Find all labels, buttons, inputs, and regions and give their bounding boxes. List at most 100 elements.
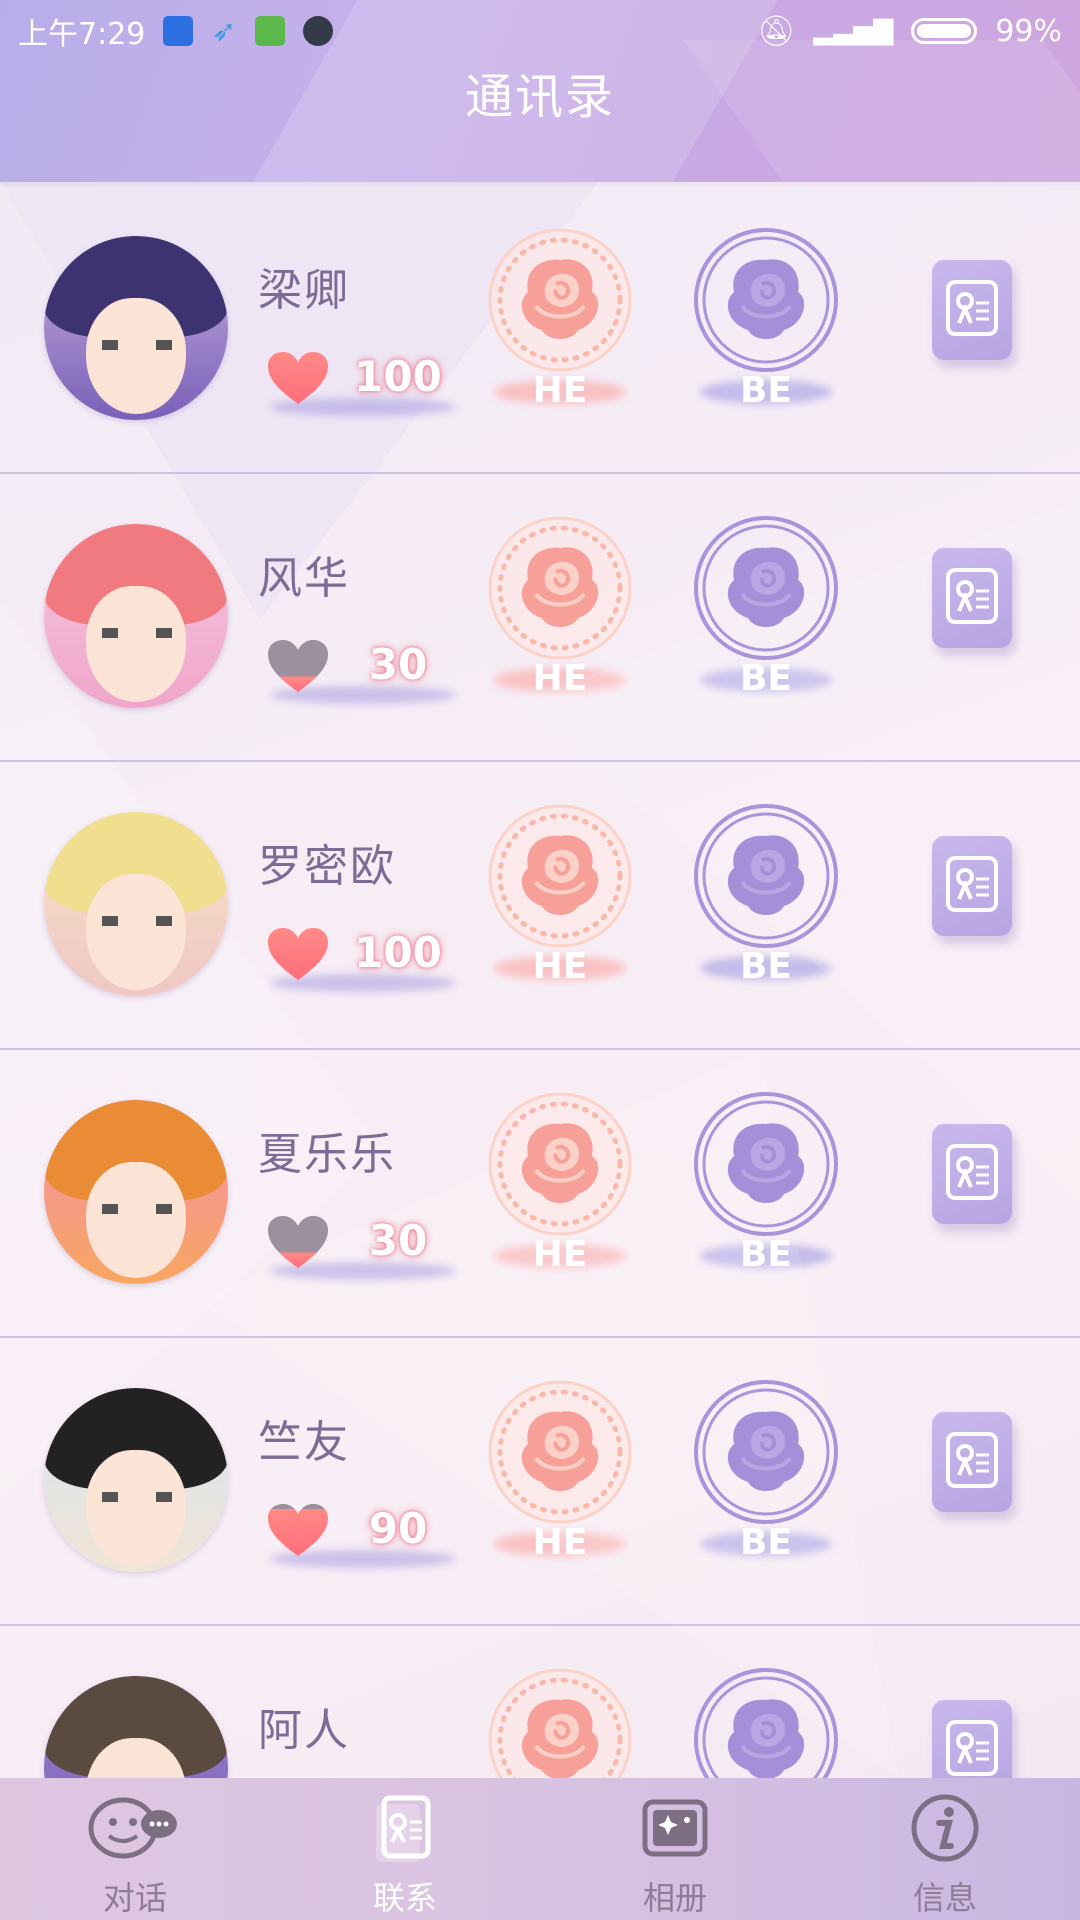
affection-value: 30 [368,640,428,689]
heart-icon [266,350,330,406]
be-label: BE [686,654,846,704]
profile-card-button[interactable] [932,1412,1012,1512]
battery-level [917,24,971,38]
he-label-text: HE [532,1522,588,1563]
he-label: HE [480,1230,640,1280]
profile-card-button[interactable] [932,836,1012,936]
be-label-text: BE [739,1522,793,1563]
status-bar: 上午7:29 ➶ 🔕︎ ▂▃▅▇ 99% [0,0,1080,62]
avatar[interactable] [44,524,228,708]
profile-card-button[interactable] [932,1124,1012,1224]
heart-icon [266,1502,330,1558]
profile-card-icon [945,1143,999,1205]
he-label: HE [480,1518,640,1568]
he-label-text: HE [532,946,588,987]
avatar-eyes [102,340,172,350]
be-label: BE [686,366,846,416]
avatar-eyes [102,1492,172,1502]
signal-icon: ▂▃▅▇ [813,16,894,46]
profile-card-icon [945,1719,999,1781]
android-icon [254,16,285,46]
heart-icon [266,638,330,694]
affection-meter: 100 [266,922,456,992]
avatar[interactable] [44,1100,228,1284]
be-ending-button[interactable]: BE [686,1090,846,1290]
tab-album[interactable]: 相册 [540,1778,810,1920]
be-label: BE [686,942,846,992]
tab-album-label: 相册 [642,1879,707,1917]
be-label-text: BE [739,370,793,411]
affection-meter: 30 [266,1210,456,1280]
avatar[interactable] [44,236,228,420]
bird-icon: ➶ [211,13,237,49]
heart-icon [266,1214,330,1270]
battery-icon [911,18,978,44]
avatar[interactable] [44,1388,228,1572]
avatar-face [86,298,186,414]
avatar-face [86,586,186,702]
he-ending-button[interactable]: HE [480,226,640,426]
avatar-face [86,1162,186,1278]
he-label: HE [480,654,640,704]
app-icon [163,16,194,46]
be-ending-button[interactable]: BE [686,514,846,714]
profile-card-icon [945,1431,999,1493]
contact-name: 阿人 [258,1705,350,1756]
contact-name: 梁卿 [258,265,350,316]
contact-name: 罗密欧 [258,841,396,892]
he-ending-button[interactable]: HE [480,1378,640,1578]
affection-meter: 100 [266,346,456,416]
he-label-text: HE [532,370,588,411]
status-time: 上午7:29 [18,17,146,52]
he-label-text: HE [532,1234,588,1275]
avatar-eyes [102,1204,172,1214]
be-label-text: BE [739,1234,793,1275]
heart-icon [266,926,330,982]
affection-meter: 30 [266,634,456,704]
contact-row[interactable]: 风华 30 HE BE [0,474,1080,762]
avatar[interactable] [44,812,228,996]
tab-info[interactable]: 信息 [810,1778,1080,1920]
tab-contacts-label: 联系 [372,1879,437,1917]
contact-row[interactable]: 罗密欧 100 HE BE [0,762,1080,1050]
he-label-text: HE [532,658,588,699]
he-ending-button[interactable]: HE [480,1090,640,1290]
profile-card-icon [945,855,999,917]
profile-card-button[interactable] [932,548,1012,648]
be-label: BE [686,1518,846,1568]
be-ending-button[interactable]: BE [686,226,846,426]
chat-icon [88,1797,177,1859]
be-label: BE [686,1230,846,1280]
he-label: HE [480,366,640,416]
bell-muted-icon: 🔕︎ [757,13,796,49]
contact-list: 梁卿 100 HE BE 风华 30 HE BE 罗密欧 100 HE BE 夏… [0,186,1080,1914]
affection-value: 90 [368,1504,428,1553]
be-label-text: BE [739,946,793,987]
profile-card-icon [945,567,999,629]
affection-value: 30 [368,1216,428,1265]
contacts-icon [376,1795,431,1862]
tab-chat[interactable]: 对话 [0,1778,270,1920]
battery-percent: 99% [995,13,1062,49]
avatar-eyes [102,916,172,926]
contact-row[interactable]: 夏乐乐 30 HE BE [0,1050,1080,1338]
contact-name: 夏乐乐 [258,1129,396,1180]
affection-value: 100 [354,928,442,977]
bottom-nav: 对话 联系 相册 信息 [0,1778,1080,1920]
contact-row[interactable]: 梁卿 100 HE BE [0,186,1080,474]
avatar-eyes [102,628,172,638]
be-ending-button[interactable]: BE [686,1378,846,1578]
page-title: 通讯录 [464,69,615,125]
info-icon [911,1794,979,1862]
avatar-face [86,1450,186,1566]
contact-row[interactable]: 竺友 90 HE BE [0,1338,1080,1626]
he-ending-button[interactable]: HE [480,514,640,714]
be-ending-button[interactable]: BE [686,802,846,1002]
tab-contacts[interactable]: 联系 [270,1778,540,1920]
profile-card-button[interactable] [932,260,1012,360]
he-label: HE [480,942,640,992]
he-ending-button[interactable]: HE [480,802,640,1002]
contact-name: 风华 [258,553,350,604]
affection-value: 100 [354,352,442,401]
avatar-face [86,874,186,990]
